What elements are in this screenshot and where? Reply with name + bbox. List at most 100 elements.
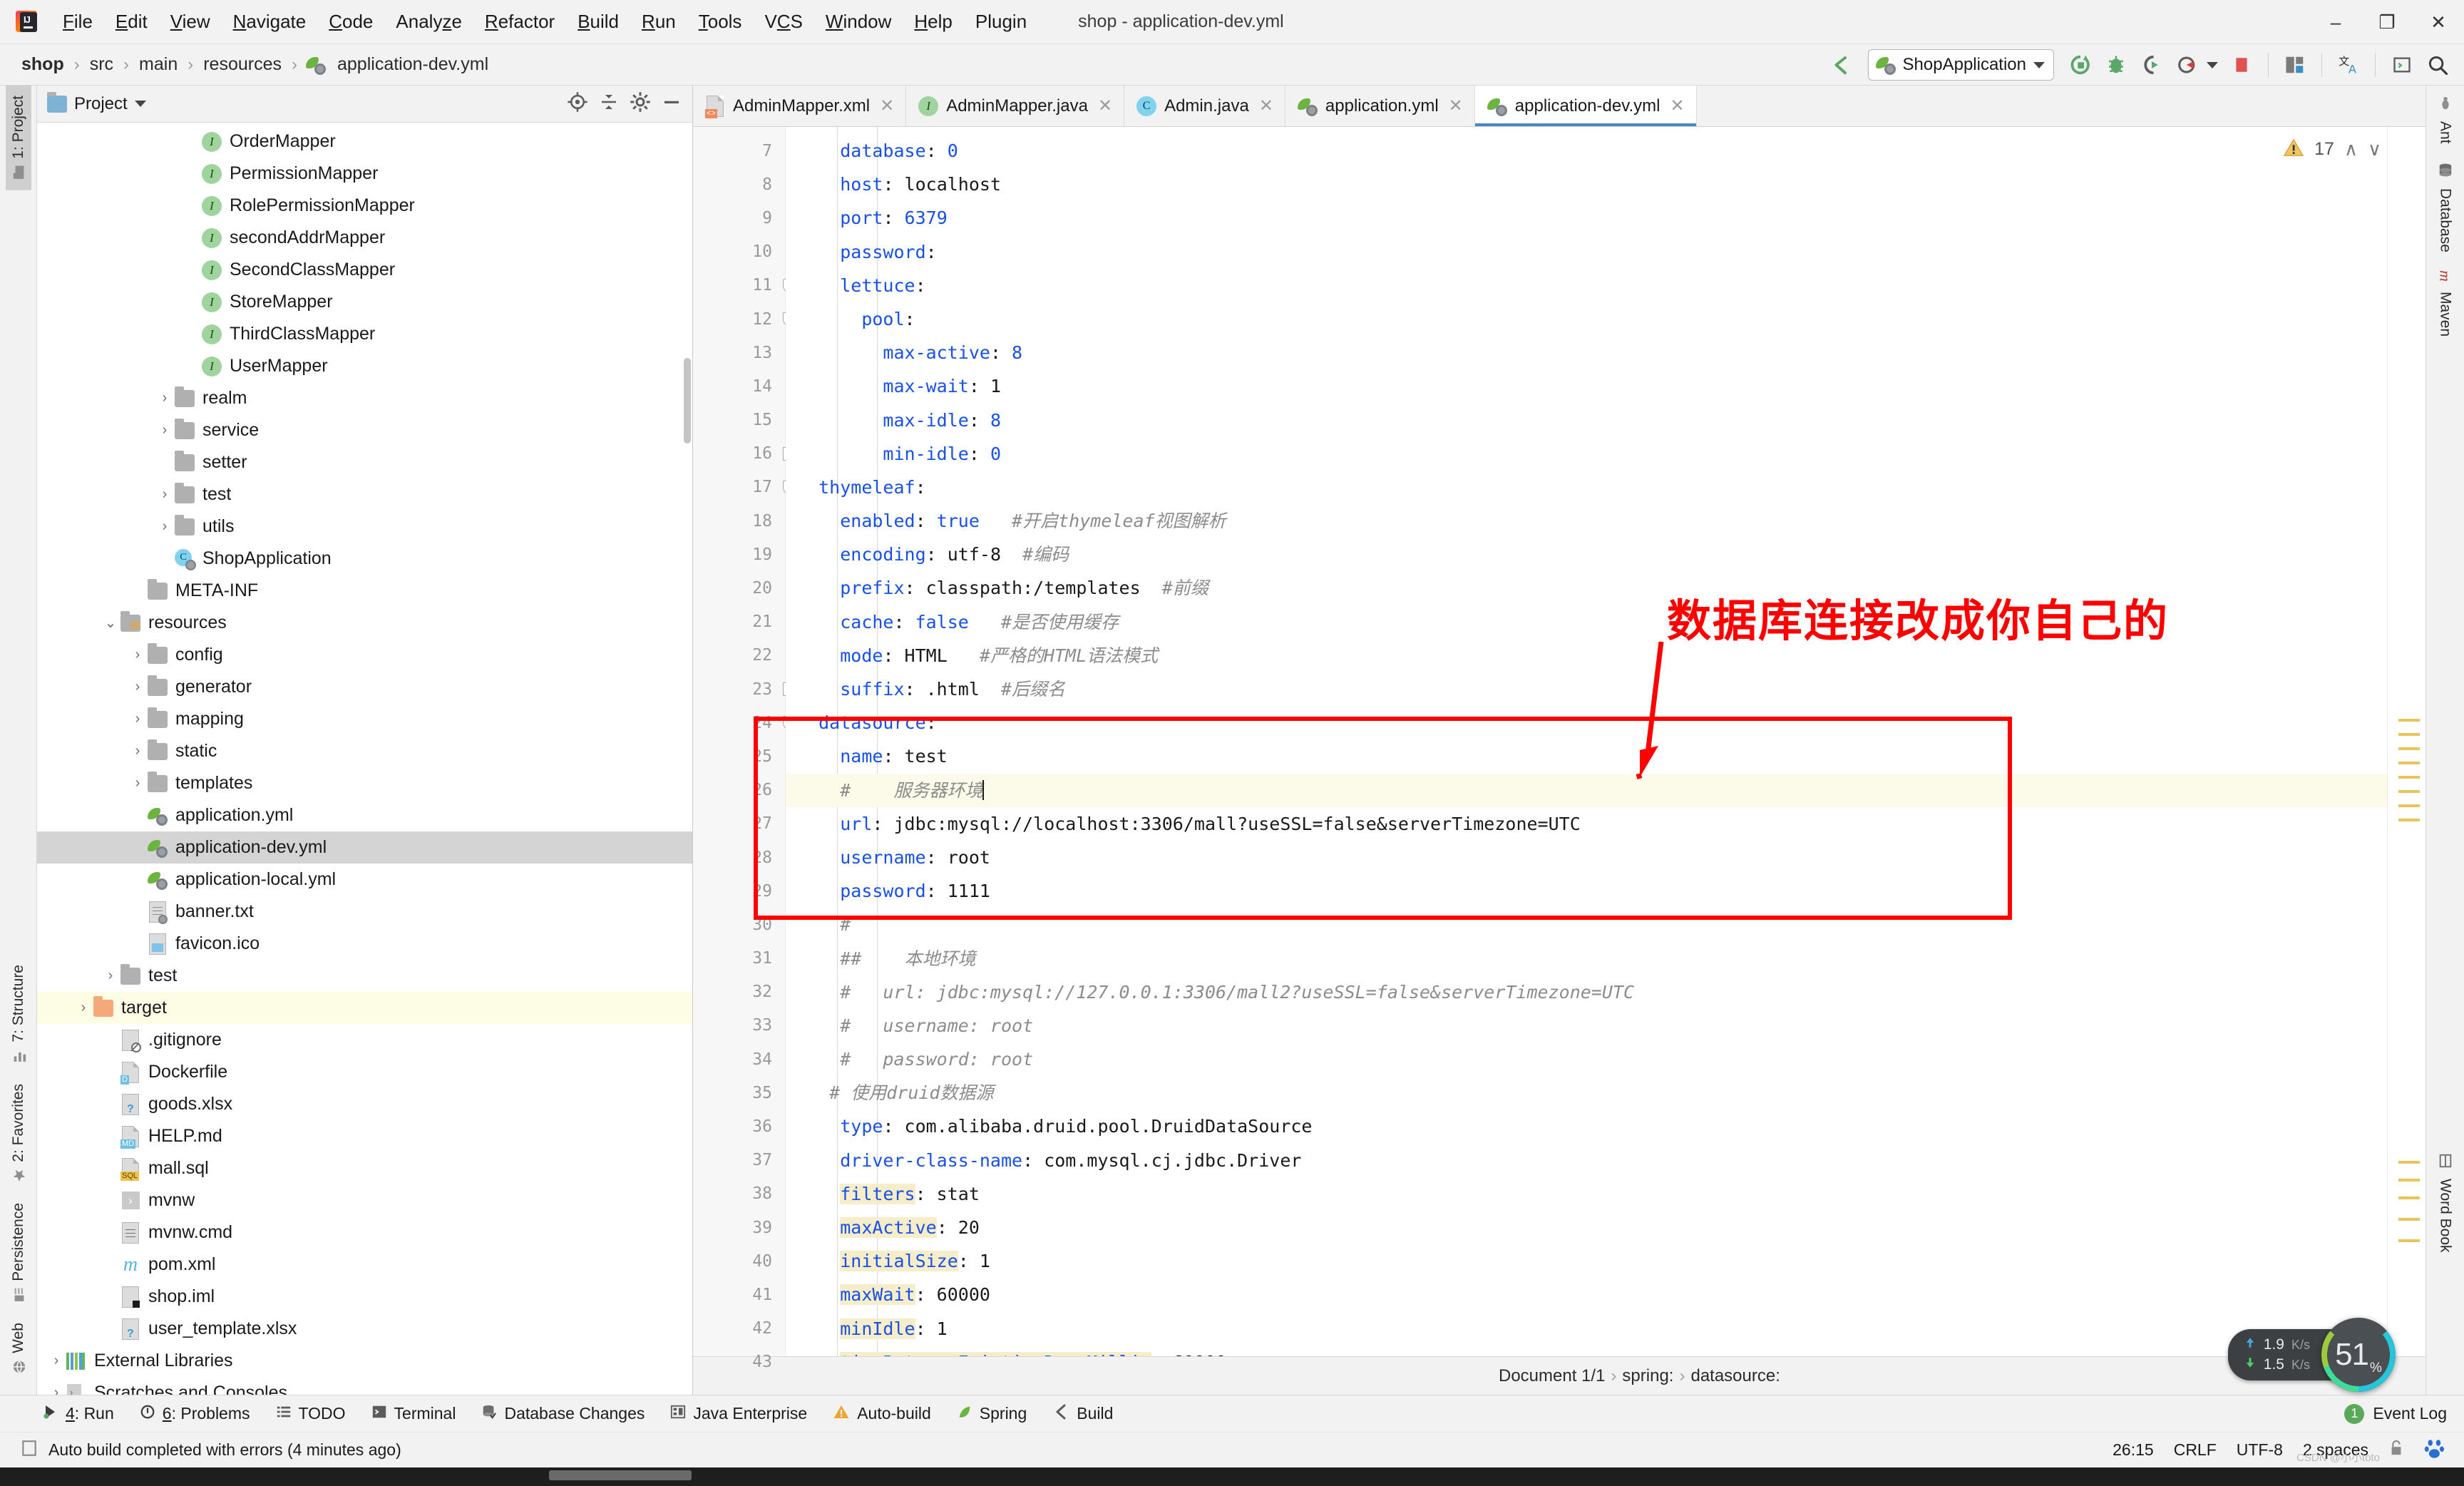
line-number[interactable]: 20 — [693, 571, 785, 605]
line-number[interactable]: 13 — [693, 336, 785, 369]
code-line[interactable]: port: 6379 — [786, 201, 2387, 235]
sidebar-item-word-book[interactable]: Word Book — [2437, 1153, 2454, 1252]
tree-node-application-local-yml[interactable]: application-local.yml — [37, 864, 692, 896]
chevron-down-icon[interactable] — [134, 101, 146, 107]
tree-node-service[interactable]: › service — [37, 414, 692, 446]
code-line[interactable]: minIdle: 1 — [786, 1312, 2387, 1346]
tool-window-auto-build[interactable]: Auto-build — [820, 1403, 944, 1425]
line-number[interactable]: 24 — [693, 706, 795, 739]
close-icon[interactable]: ✕ — [1259, 96, 1273, 116]
tool-window-java-enterprise[interactable]: Java Enterprise — [657, 1404, 820, 1424]
line-number[interactable]: 35 — [693, 1076, 785, 1110]
line-number[interactable]: 11 — [693, 269, 795, 302]
line-number[interactable]: 40 — [693, 1244, 785, 1278]
line-number[interactable]: 27 — [693, 807, 785, 841]
editor-breadcrumb-datasource[interactable]: datasource: — [1690, 1366, 1780, 1386]
tree-node-usermapper[interactable]: I UserMapper — [37, 350, 692, 382]
code-line[interactable]: lettuce: — [786, 269, 2387, 302]
editor-marker-bar[interactable] — [2387, 127, 2426, 1356]
code-line[interactable]: password: — [786, 235, 2387, 269]
tree-node-utils[interactable]: › utils — [37, 511, 692, 543]
breadcrumb[interactable]: shop › src › main › resources › applicat… — [17, 53, 493, 76]
code-line[interactable]: # 服务器环境 — [786, 773, 2387, 807]
run-with-coverage-icon[interactable] — [2135, 48, 2168, 81]
code-editor[interactable]: database: 0 host: localhost port: 6379 p… — [786, 127, 2387, 1356]
line-number[interactable]: 7 — [693, 134, 785, 168]
line-number[interactable]: 41 — [693, 1278, 785, 1311]
tree-node-generator[interactable]: › generator — [37, 671, 692, 703]
editor-breadcrumb-spring[interactable]: spring: — [1622, 1366, 1673, 1386]
tree-node-pom-xml[interactable]: m pom.xml — [37, 1249, 692, 1281]
chevron-right-icon[interactable]: › — [101, 967, 120, 985]
line-number[interactable]: 16 — [693, 437, 795, 471]
code-line[interactable]: # url: jdbc:mysql://127.0.0.1:3306/mall2… — [786, 975, 2387, 1009]
window-controls[interactable]: – ❐ ✕ — [2310, 0, 2464, 44]
line-number[interactable]: 8 — [693, 168, 785, 201]
line-number[interactable]: 37 — [693, 1144, 785, 1177]
menu-help[interactable]: Help — [903, 6, 963, 37]
menu-build[interactable]: Build — [566, 6, 630, 37]
chevron-right-icon[interactable]: › — [128, 710, 147, 729]
close-icon[interactable]: ✕ — [880, 96, 894, 116]
code-line[interactable]: name: test — [786, 739, 2387, 773]
tree-node-banner-txt[interactable]: banner.txt — [37, 896, 692, 928]
tree-node-shop-iml[interactable]: shop.iml — [37, 1281, 692, 1313]
chevron-right-icon[interactable]: › — [155, 486, 174, 504]
sidebar-item-ant[interactable]: Ant — [2437, 96, 2454, 144]
tree-node-rolepermissionmapper[interactable]: I RolePermissionMapper — [37, 190, 692, 222]
tree-node-templates[interactable]: › templates — [37, 767, 692, 799]
tree-node-mvnw-cmd[interactable]: mvnw.cmd — [37, 1216, 692, 1249]
code-line[interactable]: database: 0 — [786, 134, 2387, 168]
close-icon[interactable]: ✕ — [1098, 96, 1112, 116]
breadcrumb-item-src[interactable]: src — [86, 53, 118, 76]
line-number[interactable]: 18 — [693, 504, 785, 538]
tool-window-problems[interactable]: 6: Problems — [127, 1404, 263, 1424]
code-line[interactable]: thymeleaf: — [786, 471, 2387, 504]
chevron-right-icon[interactable]: › — [155, 518, 174, 536]
editor-line-number-gutter[interactable]: 7 8 9 10 11 12 13 14 15 16 17 18 19 20 21 22 23 24 25 26 27 2… — [693, 127, 795, 1371]
line-number[interactable]: 36 — [693, 1110, 785, 1143]
menu-tools[interactable]: Tools — [687, 6, 754, 37]
tree-node-target[interactable]: › target — [37, 992, 692, 1024]
profiler-icon[interactable] — [2171, 48, 2204, 81]
line-number[interactable]: 29 — [693, 874, 785, 908]
tree-node-test[interactable]: › test — [37, 478, 692, 511]
chevron-down-icon[interactable]: ∨ — [2368, 138, 2381, 160]
line-number[interactable]: 33 — [693, 1009, 785, 1042]
menu-code[interactable]: Code — [317, 6, 384, 37]
chevron-right-icon[interactable]: › — [47, 1352, 66, 1370]
line-number[interactable]: 38 — [693, 1177, 785, 1211]
line-number[interactable]: 21 — [693, 605, 785, 639]
menu-plugin[interactable]: Plugin — [964, 6, 1038, 37]
project-panel-toolbar[interactable] — [567, 91, 692, 116]
code-line[interactable]: timeBetweenEvictionRunsMillis: 60000 — [786, 1346, 2387, 1356]
tree-node-mapping[interactable]: › mapping — [37, 703, 692, 735]
maximize-button[interactable]: ❐ — [2361, 0, 2413, 44]
code-line[interactable]: host: localhost — [786, 168, 2387, 201]
main-toolbar[interactable]: ShopApplication 文 A — [1825, 44, 2464, 86]
code-line[interactable]: enabled: true #开启thymeleaf视图解析 — [786, 504, 2387, 538]
bottom-tool-window-bar[interactable]: 4: Run 6: Problems TODO Terminal Databas… — [0, 1395, 2464, 1432]
menu-run[interactable]: Run — [630, 6, 687, 37]
project-tree[interactable]: I OrderMapper I PermissionMapper I RolePermis… — [37, 123, 692, 1395]
menu-refactor[interactable]: Refactor — [473, 6, 566, 37]
baidu-ime-icon[interactable] — [2424, 1438, 2445, 1463]
sidebar-item-database[interactable]: Database — [2437, 163, 2454, 252]
tree-node-help-md[interactable]: MD HELP.md — [37, 1120, 692, 1152]
line-number[interactable]: 43 — [693, 1346, 785, 1379]
code-line[interactable]: max-idle: 8 — [786, 404, 2387, 437]
tool-window-run[interactable]: 4: Run — [29, 1403, 127, 1425]
caret-position[interactable]: 26:15 — [2113, 1440, 2154, 1460]
code-line[interactable]: type: com.alibaba.druid.pool.DruidDataSo… — [786, 1110, 2387, 1143]
code-line[interactable]: max-active: 8 — [786, 336, 2387, 369]
tool-window-database-changes[interactable]: Database Changes — [468, 1404, 657, 1424]
line-number[interactable]: 22 — [693, 639, 785, 672]
code-line[interactable]: filters: stat — [786, 1177, 2387, 1211]
close-icon[interactable]: ✕ — [1449, 96, 1463, 116]
line-number[interactable]: 17 — [693, 471, 795, 504]
code-line[interactable]: min-idle: 0 — [786, 437, 2387, 471]
line-number[interactable]: 28 — [693, 841, 785, 874]
tree-node-scratches-and-consoles[interactable]: › › Scratches and Consoles — [37, 1377, 692, 1395]
editor-tab-application-yml[interactable]: application.yml ✕ — [1285, 86, 1475, 126]
line-number[interactable]: 25 — [693, 739, 785, 773]
